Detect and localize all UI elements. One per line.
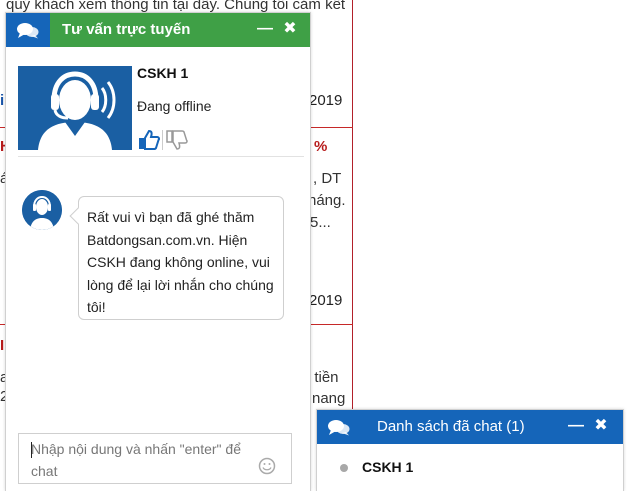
background-text-fragment: % <box>314 138 328 155</box>
bubble-tail <box>69 207 87 225</box>
background-text-fragment: 2019 <box>309 92 343 109</box>
close-button[interactable]: ✖ <box>280 19 300 39</box>
section-divider <box>18 156 304 157</box>
support-agent-headset-icon <box>18 66 132 150</box>
message-text: Rất vui vì bạn đã ghé thăm Batdongsan.co… <box>87 209 274 315</box>
thumbs-down-icon[interactable] <box>165 128 189 152</box>
text-caret <box>31 442 32 458</box>
agent-status: Đang offline <box>137 98 212 114</box>
emoji-icon[interactable] <box>258 457 276 475</box>
chat-list-panel[interactable]: Danh sách đã chat (1) — ✖ CSKH 1 <box>316 409 624 491</box>
background-text-fragment: I <box>0 337 5 354</box>
chat-title: Tư vấn trực tuyến <box>62 21 191 38</box>
agent-photo <box>18 66 132 150</box>
background-text-fragment: 2019 <box>309 292 343 309</box>
chat-list-title: Danh sách đã chat (1) <box>377 418 525 435</box>
support-agent-headset-icon <box>22 190 62 230</box>
chat-list-header[interactable]: Danh sách đã chat (1) — ✖ <box>317 410 623 444</box>
chat-list-minimize-button[interactable]: — <box>566 416 586 436</box>
offline-status-dot <box>340 464 348 472</box>
background-text-fragment: nang <box>312 390 346 407</box>
live-chat-window[interactable]: Tư vấn trực tuyến — ✖ CSKH 1 Đang offlin… <box>5 12 311 491</box>
chat-header-icon-box <box>6 13 50 47</box>
chat-bubbles-icon <box>328 420 350 436</box>
background-text-fragment: 5... <box>310 214 331 231</box>
background-text-fragment: i <box>0 92 5 109</box>
chat-header: Tư vấn trực tuyến — ✖ <box>6 13 310 47</box>
message-avatar <box>22 190 62 230</box>
minimize-button[interactable]: — <box>255 19 275 39</box>
message-bubble: Rất vui vì bạn đã ghé thăm Batdongsan.co… <box>69 196 284 320</box>
message-input[interactable]: Nhập nội dung và nhấn "enter" để chat <box>18 433 292 484</box>
message-input-placeholder: Nhập nội dung và nhấn "enter" để chat <box>31 441 241 479</box>
chat-list-close-button[interactable]: ✖ <box>591 416 611 436</box>
chat-list-item[interactable]: CSKH 1 <box>317 454 623 482</box>
chat-bubbles-icon <box>17 23 39 39</box>
chat-list-item-name: CSKH 1 <box>362 459 414 475</box>
thumbs-up-icon[interactable] <box>137 128 161 152</box>
background-text-fragment: , DT <box>313 170 342 187</box>
background-text-fragment: háng. <box>308 192 346 209</box>
rating-divider <box>162 130 163 150</box>
agent-name: CSKH 1 <box>137 65 189 81</box>
